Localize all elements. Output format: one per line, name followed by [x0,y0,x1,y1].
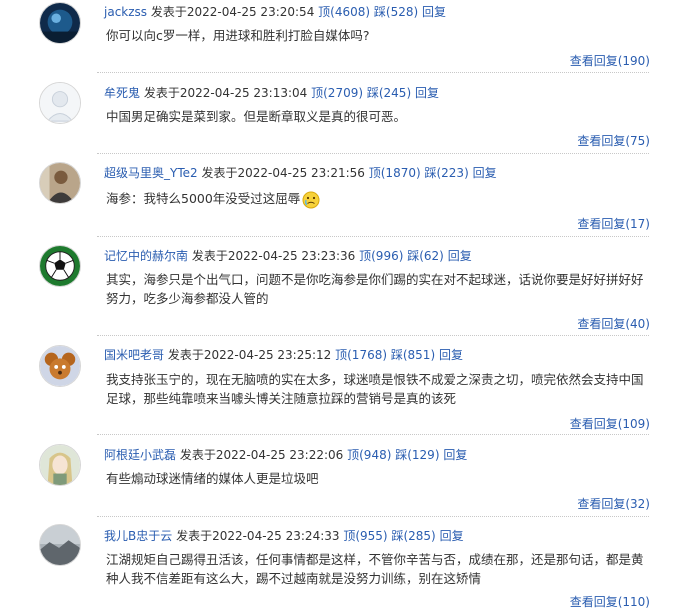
username-link[interactable]: jackzss [104,5,147,19]
post-time: 发表于2022-04-25 23:24:33 [176,529,340,543]
soccer-ball-avatar[interactable] [39,245,81,287]
post-time: 发表于2022-04-25 23:13:04 [143,86,308,100]
reply-link[interactable]: 回复 [473,166,497,180]
comment-text: 其实，海参只是个出气口，问题不是你吃海参是你们踢的实在对不起球迷，话说你要是好好… [106,272,644,306]
anime-girl-avatar[interactable] [39,444,81,486]
view-replies-link[interactable]: 查看回复(190) [570,52,650,69]
downvote-link[interactable]: 踩(62) [407,249,444,263]
blue-night-avatar[interactable] [39,2,81,44]
reply-link[interactable]: 回复 [422,5,446,19]
view-replies-link[interactable]: 查看回复(40) [577,315,650,332]
view-replies-link[interactable]: 查看回复(32) [577,495,650,512]
view-replies-link[interactable]: 查看回复(110) [570,593,650,610]
post-time: 发表于2022-04-25 23:23:36 [191,249,356,263]
view-replies-link[interactable]: 查看回复(17) [577,215,650,232]
view-replies-link[interactable]: 查看回复(75) [577,132,650,149]
post-time: 发表于2022-04-25 23:25:12 [167,348,332,362]
crying-face-emoji [302,191,320,209]
upvote-link[interactable]: 顶(1870) [369,166,421,180]
sketch-avatar[interactable] [39,82,81,124]
upvote-link[interactable]: 顶(4608) [318,5,370,19]
comment-text: 海参：我特么5000年没受过这屈辱 [106,189,651,209]
separator [97,236,649,237]
view-replies-link[interactable]: 查看回复(109) [570,415,650,432]
upvote-link[interactable]: 顶(948) [347,448,391,462]
upvote-link[interactable]: 顶(1768) [335,348,387,362]
comment-text: 我支持张玉宁的，现在无脑喷的实在太多，球迷喷是恨铁不成爱之深责之切，喷完依然会支… [106,372,644,406]
reply-link[interactable]: 回复 [443,448,467,462]
separator [97,335,649,336]
downvote-link[interactable]: 踩(245) [367,86,411,100]
reply-link[interactable]: 回复 [415,86,439,100]
comment-text-body: 海参：我特么5000年没受过这屈辱 [106,191,301,206]
username-link[interactable]: 记忆中的赫尔南 [104,249,188,263]
comment-text: 你可以向c罗一样，用进球和胜利打脸自媒体吗? [106,28,370,43]
downvote-link[interactable]: 踩(129) [395,448,439,462]
person-photo-avatar[interactable] [39,162,81,204]
comment-text: 有些煽动球迷情绪的媒体人更是垃圾吧 [106,471,319,486]
separator [97,153,649,154]
username-link[interactable]: 超级马里奥_YTe2 [104,166,198,180]
reply-link[interactable]: 回复 [439,348,463,362]
downvote-link[interactable]: 踩(223) [424,166,468,180]
username-link[interactable]: 我儿B忠于云 [104,529,172,543]
post-time: 发表于2022-04-25 23:20:54 [150,5,315,19]
upvote-link[interactable]: 顶(955) [343,529,387,543]
gray-landscape-avatar[interactable] [39,524,81,566]
downvote-link[interactable]: 踩(285) [391,529,435,543]
username-link[interactable]: 牟死鬼 [104,86,140,100]
comment-text: 江湖规矩自己踢得丑活该，任何事情都是这样，不管你辛苦与否，成绩在那，还是那句话，… [106,552,644,586]
upvote-link[interactable]: 顶(996) [359,249,403,263]
reply-link[interactable]: 回复 [440,529,464,543]
separator [97,516,649,517]
separator [97,434,649,435]
username-link[interactable]: 阿根廷小武磊 [104,448,176,462]
downvote-link[interactable]: 踩(851) [391,348,435,362]
upvote-link[interactable]: 顶(2709) [311,86,363,100]
username-link[interactable]: 国米吧老哥 [104,348,164,362]
separator [97,72,649,73]
downvote-link[interactable]: 踩(528) [374,5,418,19]
comment-text: 中国男足确实是菜到家。但是断章取义是真的很可恶。 [106,109,407,124]
cartoon-mouse-avatar[interactable] [39,345,81,387]
post-time: 发表于2022-04-25 23:21:56 [201,166,365,180]
post-time: 发表于2022-04-25 23:22:06 [179,448,344,462]
reply-link[interactable]: 回复 [448,249,472,263]
